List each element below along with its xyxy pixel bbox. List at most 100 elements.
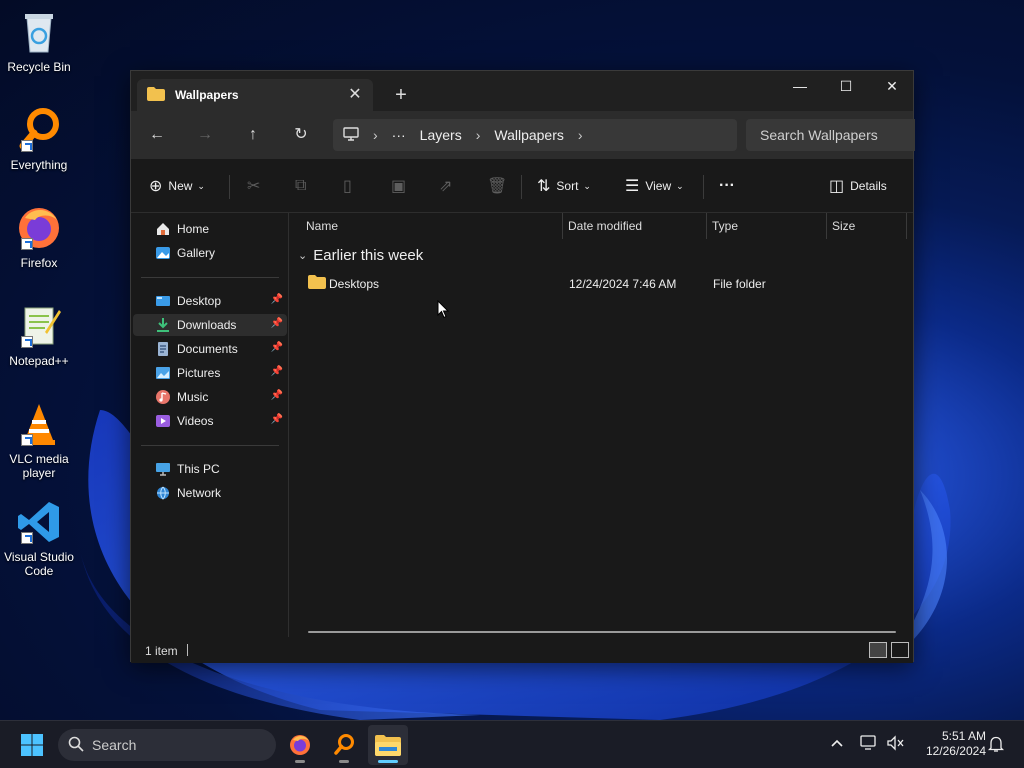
downloads-icon <box>155 317 171 333</box>
running-indicator <box>295 760 305 763</box>
cut-button[interactable]: ✂ <box>247 173 266 199</box>
this-pc-icon <box>155 461 171 477</box>
volume-muted-icon[interactable] <box>886 735 904 754</box>
desktop-icon-notepad-plus-plus[interactable]: Notepad++ <box>2 302 76 368</box>
videos-icon <box>155 413 171 429</box>
monitor-icon[interactable] <box>343 126 359 144</box>
sidebar-item-this-pc[interactable]: This PC <box>133 458 287 480</box>
details-button-label: Details <box>850 179 887 193</box>
share-button[interactable]: ⇗ <box>439 173 458 199</box>
file-name: Desktops <box>329 277 380 291</box>
start-button[interactable] <box>12 725 52 765</box>
new-button[interactable]: ⊕ New ⌄ <box>149 173 205 199</box>
copy-button[interactable]: ⧉ <box>295 173 312 199</box>
desktop-icon-label: Notepad++ <box>9 354 69 368</box>
column-divider[interactable] <box>906 213 907 239</box>
paste-button[interactable]: ▯ <box>343 173 358 199</box>
details-view-button[interactable] <box>869 642 887 658</box>
sidebar-item-home[interactable]: Home <box>133 218 287 240</box>
minimize-button[interactable]: — <box>777 71 823 101</box>
sidebar-divider <box>141 277 279 278</box>
view-list-icon: ☰ <box>625 178 640 195</box>
desktop-icon-label: Everything <box>10 158 68 172</box>
view-button[interactable]: ☰ View ⌄ <box>625 173 684 199</box>
column-header-size[interactable]: Size <box>824 213 904 239</box>
network-status-icon[interactable] <box>860 735 878 754</box>
table-row[interactable]: Desktops 12/24/2024 7:46 AM File folder <box>298 273 898 295</box>
file-list: Name Date modified Type Size ⌄ Earlier t… <box>290 213 915 637</box>
sidebar-item-documents[interactable]: Documents 📌 <box>133 338 287 360</box>
navigation-pane: Home Gallery Desktop 📌 Downloads 📌 Docum… <box>131 213 289 637</box>
desktop-icon-recycle-bin[interactable]: Recycle Bin <box>2 8 76 74</box>
new-tab-button[interactable]: + <box>389 83 413 107</box>
desktop-icon-label: VLC media player <box>9 452 69 480</box>
firefox-icon <box>15 204 63 252</box>
taskbar-search[interactable]: Search <box>58 729 276 761</box>
breadcrumb-layers[interactable]: Layers <box>420 127 462 143</box>
see-more-button[interactable]: ··· <box>719 173 735 199</box>
delete-button[interactable]: 🗑 <box>487 173 513 199</box>
back-button[interactable]: ← <box>143 121 171 149</box>
sidebar-item-desktop[interactable]: Desktop 📌 <box>133 290 287 312</box>
breadcrumb-separator[interactable]: › <box>476 127 481 143</box>
desktop-icon-firefox[interactable]: Firefox <box>2 204 76 270</box>
documents-icon <box>155 341 171 357</box>
sidebar-item-network[interactable]: Network <box>133 482 287 504</box>
sidebar-item-label: Videos <box>177 414 214 428</box>
sort-button[interactable]: ⇅ Sort ⌄ <box>537 173 591 199</box>
chevron-down-icon[interactable]: ⌄ <box>298 249 307 262</box>
chevron-up-icon[interactable] <box>830 735 844 751</box>
toolbar-divider <box>229 175 230 199</box>
column-header-name[interactable]: Name <box>298 213 562 239</box>
column-header-type[interactable]: Type <box>704 213 824 239</box>
tab-close-button[interactable]: ✕ <box>345 85 365 105</box>
sidebar-item-pictures[interactable]: Pictures 📌 <box>133 362 287 384</box>
desktop-folder-icon <box>155 293 171 309</box>
toolbar-divider <box>703 175 704 199</box>
search-icon <box>68 736 84 755</box>
everything-icon <box>334 734 354 755</box>
rename-button[interactable]: ▣ <box>391 173 412 199</box>
forward-button[interactable]: → <box>191 121 219 149</box>
taskbar: Search 5:51 AM 12/26/2024 <box>0 720 1024 768</box>
group-header[interactable]: ⌄ Earlier this week <box>298 247 423 264</box>
sort-button-label: Sort <box>556 179 579 193</box>
sidebar-item-label: Downloads <box>177 318 237 332</box>
breadcrumb-separator[interactable]: › <box>373 127 378 143</box>
desktop-icon-vlc[interactable]: VLC media player <box>2 400 76 480</box>
pin-icon: 📌 <box>270 294 283 305</box>
desktop-icon-everything[interactable]: Everything <box>2 106 76 172</box>
close-button[interactable]: ✕ <box>869 71 915 101</box>
large-icons-view-button[interactable] <box>891 642 909 658</box>
pin-icon: 📌 <box>270 342 283 353</box>
refresh-button[interactable]: ↻ <box>287 121 315 149</box>
sort-icon: ⇅ <box>537 178 551 195</box>
title-bar: Wallpapers ✕ + — ☐ ✕ <box>131 71 913 111</box>
notification-bell-icon[interactable] <box>987 735 1005 756</box>
taskbar-firefox[interactable] <box>280 725 320 765</box>
up-button[interactable]: ↑ <box>239 121 267 149</box>
breadcrumb-more[interactable]: ··· <box>392 127 406 143</box>
status-bar: 1 item <box>131 637 913 663</box>
sidebar-item-downloads[interactable]: Downloads 📌 <box>133 314 287 336</box>
breadcrumb[interactable]: › ··· Layers › Wallpapers › <box>333 119 737 151</box>
sidebar-item-music[interactable]: Music 📌 <box>133 386 287 408</box>
sidebar-item-gallery[interactable]: Gallery <box>133 242 287 264</box>
item-count: 1 item <box>145 644 178 658</box>
column-header-date[interactable]: Date modified <box>560 213 704 239</box>
taskbar-clock[interactable]: 5:51 AM 12/26/2024 <box>912 729 986 759</box>
share-icon: ⇗ <box>439 178 453 195</box>
desktop-icon-vscode[interactable]: Visual Studio Code <box>2 498 76 578</box>
tab-title: Wallpapers <box>175 88 239 102</box>
details-pane-button[interactable]: ◫ Details <box>829 173 887 199</box>
chevron-down-icon: ⌄ <box>583 180 591 191</box>
sidebar-item-videos[interactable]: Videos 📌 <box>133 410 287 432</box>
tab-wallpapers[interactable]: Wallpapers ✕ <box>137 79 373 111</box>
search-input[interactable]: Search Wallpapers <box>746 119 915 151</box>
breadcrumb-wallpapers[interactable]: Wallpapers <box>494 127 564 143</box>
taskbar-everything[interactable] <box>324 725 364 765</box>
maximize-button[interactable]: ☐ <box>823 71 869 101</box>
breadcrumb-separator[interactable]: › <box>578 127 583 143</box>
taskbar-file-explorer[interactable] <box>368 725 408 765</box>
horizontal-scrollbar[interactable] <box>308 631 896 633</box>
